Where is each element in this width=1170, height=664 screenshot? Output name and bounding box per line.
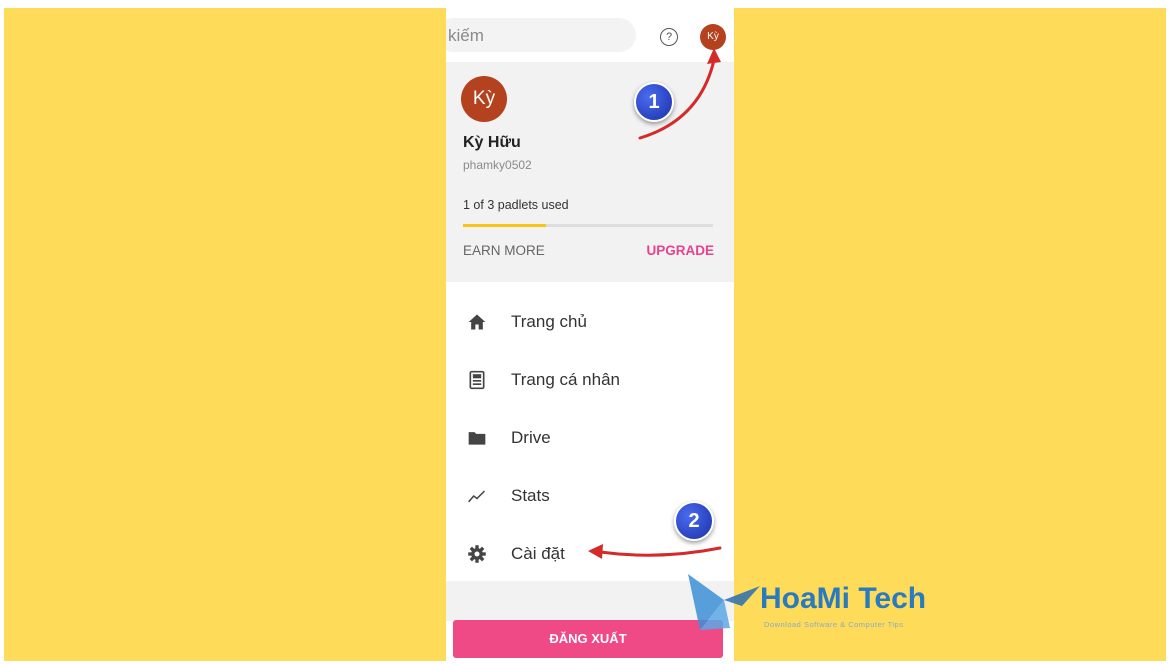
stats-icon: [468, 490, 486, 503]
home-icon: [468, 314, 486, 330]
logout-button[interactable]: ĐĂNG XUẤT: [453, 620, 723, 658]
padlet-account-menu: kiếm ? Kỳ Kỳ Kỳ Hữu phamky0502 1 of 3 pa…: [446, 8, 734, 661]
watermark-tagline: Download Software & Computer Tips: [764, 620, 904, 629]
usage-progress-bar: [463, 224, 713, 227]
menu-item-home[interactable]: Trang chủ: [446, 300, 734, 344]
step-1-badge: 1: [634, 82, 674, 122]
menu-item-label: Trang chủ: [511, 312, 587, 331]
menu-item-label: Stats: [511, 486, 550, 505]
menu-item-profile[interactable]: Trang cá nhân: [446, 358, 734, 402]
usage-text: 1 of 3 padlets used: [463, 198, 569, 212]
earn-more-link[interactable]: EARN MORE: [463, 243, 545, 258]
account-avatar-button[interactable]: Kỳ: [700, 24, 726, 50]
profile-card: Kỳ Kỳ Hữu phamky0502 1 of 3 padlets used…: [446, 62, 734, 282]
folder-icon: [468, 432, 486, 445]
menu-item-label: Drive: [511, 428, 551, 447]
usage-progress-fill: [463, 224, 547, 227]
watermark-logo-icon: [688, 574, 760, 630]
top-bar: kiếm ? Kỳ: [446, 8, 734, 62]
gear-icon: [468, 545, 486, 563]
upgrade-link[interactable]: UPGRADE: [646, 243, 714, 258]
watermark: HoaMi Tech Download Software & Computer …: [686, 570, 976, 636]
menu-item-label: Trang cá nhân: [511, 370, 620, 389]
username: phamky0502: [463, 158, 532, 172]
profile-page-icon: [469, 370, 485, 390]
menu-item-drive[interactable]: Drive: [446, 416, 734, 460]
help-icon[interactable]: ?: [660, 28, 678, 46]
user-name: Kỳ Hữu: [463, 134, 521, 151]
watermark-brand: HoaMi Tech: [760, 582, 927, 615]
step-2-badge: 2: [674, 501, 714, 541]
menu-item-label: Cài đặt: [511, 544, 565, 563]
avatar: Kỳ: [461, 76, 507, 122]
search-placeholder: kiếm: [448, 26, 484, 45]
